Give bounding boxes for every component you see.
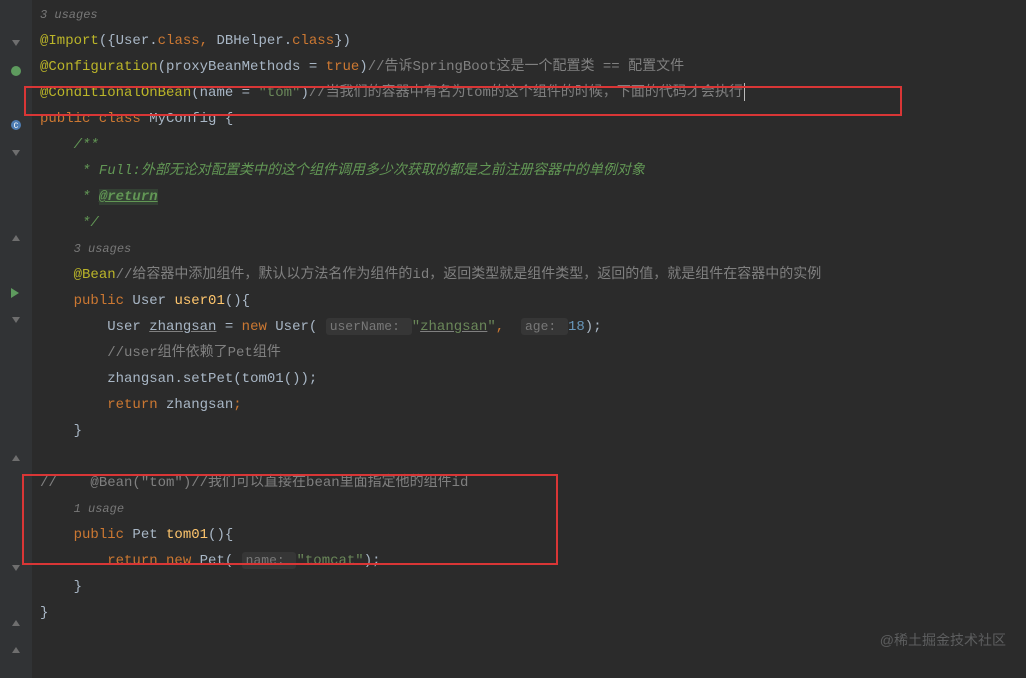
code-line: */: [40, 211, 1026, 237]
code-line: @Configuration(proxyBeanMethods = true)/…: [40, 55, 1026, 81]
code-line: }: [40, 601, 1026, 627]
code-line: }: [40, 419, 1026, 445]
gutter-fold-icon[interactable]: [0, 307, 32, 333]
gutter-fold-icon[interactable]: [0, 555, 32, 581]
gutter-fold-icon[interactable]: [0, 30, 32, 56]
code-line: zhangsan.setPet(tom01());: [40, 367, 1026, 393]
gutter-fold-end-icon[interactable]: [0, 610, 32, 636]
text-cursor: [744, 83, 745, 101]
code-line: public User user01(){: [40, 289, 1026, 315]
gutter-fold-end-icon[interactable]: [0, 225, 32, 251]
code-line: * @return: [40, 185, 1026, 211]
code-line-highlighted: @ConditionalOnBean(name = "tom")//当我们的容器…: [40, 81, 1026, 107]
code-line: return new Pet( name: "tomcat");: [40, 549, 1026, 575]
code-line: @Bean//给容器中添加组件，默认以方法名作为组件的id，返回类型就是组件类型…: [40, 263, 1026, 289]
code-editor[interactable]: 3 usages @Import({User.class, DBHelper.c…: [32, 0, 1026, 627]
svg-text:C: C: [14, 122, 19, 131]
code-line: public Pet tom01(){: [40, 523, 1026, 549]
code-line-highlighted: // @Bean("tom")//我们可以直接在bean里面指定他的组件id: [40, 471, 1026, 497]
code-line: return zhangsan;: [40, 393, 1026, 419]
code-line: * Full:外部无论对配置类中的这个组件调用多少次获取的都是之前注册容器中的单…: [40, 159, 1026, 185]
usage-hint-line: 3 usages: [40, 237, 1026, 263]
editor-gutter: C: [0, 0, 32, 678]
blank-line: [40, 445, 1026, 471]
code-line: }: [40, 575, 1026, 601]
code-line: /**: [40, 133, 1026, 159]
code-line: User zhangsan = new User( userName: "zha…: [40, 315, 1026, 341]
gutter-class-icon[interactable]: C: [0, 112, 32, 138]
usage-hint-line: 1 usage: [40, 497, 1026, 523]
code-line: //user组件依赖了Pet组件: [40, 341, 1026, 367]
gutter-fold-icon[interactable]: [0, 140, 32, 166]
gutter-fold-end-icon[interactable]: [0, 637, 32, 663]
code-line: @Import({User.class, DBHelper.class}): [40, 29, 1026, 55]
gutter-bean-icon[interactable]: [0, 58, 32, 84]
gutter-run-icon[interactable]: [0, 280, 31, 306]
usage-hint-line: 3 usages: [40, 3, 1026, 29]
code-line: public class MyConfig {: [40, 107, 1026, 133]
watermark: @稀土掘金技术社区: [880, 628, 1006, 654]
gutter-fold-end-icon[interactable]: [0, 445, 32, 471]
